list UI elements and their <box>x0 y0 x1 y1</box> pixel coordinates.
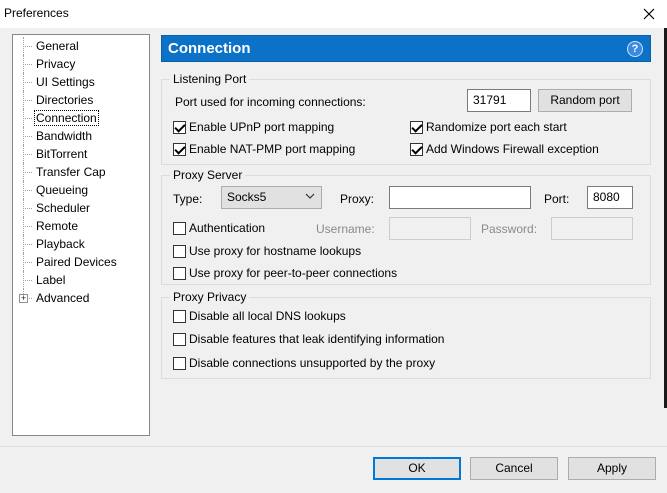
tree-item-bittorrent[interactable]: BitTorrent <box>13 145 149 163</box>
type-label: Type: <box>173 192 203 206</box>
port-label: Port used for incoming connections: <box>175 95 366 109</box>
p2p-proxy-checkbox[interactable]: Use proxy for peer-to-peer connections <box>173 266 397 280</box>
checkbox-label: Disable connections unsupported by the p… <box>189 356 436 370</box>
randomize-port-checkbox[interactable]: Randomize port each start <box>410 120 567 134</box>
checkbox-box[interactable] <box>173 221 186 235</box>
checkbox-box[interactable] <box>410 142 423 156</box>
checkbox-box[interactable] <box>173 244 186 258</box>
checkbox-box[interactable] <box>173 266 186 280</box>
close-button[interactable] <box>630 0 667 28</box>
disable-leak-checkbox[interactable]: Disable features that leak identifying i… <box>173 332 444 346</box>
tree-item-label: Queueing <box>36 183 89 197</box>
tree-item-bandwidth[interactable]: Bandwidth <box>13 127 149 145</box>
category-tree[interactable]: General Privacy UI Settings Directories … <box>12 34 150 436</box>
port-input[interactable]: 31791 <box>467 89 531 112</box>
checkbox-box[interactable] <box>173 356 186 370</box>
tree-item-transfer-cap[interactable]: Transfer Cap <box>13 163 149 181</box>
tree-item-queueing[interactable]: Queueing <box>13 181 149 199</box>
title-bar: Preferences <box>0 0 667 28</box>
section-header: Connection ? <box>161 35 651 62</box>
help-icon[interactable]: ? <box>627 41 643 57</box>
close-icon <box>643 8 654 20</box>
tree-item-privacy[interactable]: Privacy <box>13 55 149 73</box>
group-legend: Listening Port <box>170 72 250 86</box>
tree-item-general[interactable]: General <box>13 37 149 55</box>
proxy-label: Proxy: <box>340 192 375 206</box>
proxy-port-label: Port: <box>544 192 570 206</box>
tree-item-label: Advanced <box>36 291 90 305</box>
authentication-checkbox[interactable]: Authentication <box>173 221 265 235</box>
tree-item-label: BitTorrent <box>36 147 88 161</box>
tree-item-playback[interactable]: Playback <box>13 235 149 253</box>
username-label: Username: <box>316 222 375 236</box>
tree-item-label: Scheduler <box>36 201 91 215</box>
tree-item-paired-devices[interactable]: Paired Devices <box>13 253 149 271</box>
hostname-lookup-checkbox[interactable]: Use proxy for hostname lookups <box>173 244 361 258</box>
tree-item-label: Connection <box>34 110 99 126</box>
proxy-type-select[interactable]: Socks5 <box>221 186 322 209</box>
proxy-type-value: Socks5 <box>227 190 267 204</box>
checkbox-label: Randomize port each start <box>426 120 567 134</box>
checkbox-box[interactable] <box>173 142 186 156</box>
username-input <box>389 217 471 240</box>
password-input <box>551 217 633 240</box>
checkbox-label: Add Windows Firewall exception <box>426 142 599 156</box>
tree-item-label-category[interactable]: Label <box>13 271 149 289</box>
checkbox-label: Authentication <box>189 221 266 235</box>
tree-item-label: Transfer Cap <box>36 165 106 179</box>
checkbox-box[interactable] <box>173 332 186 346</box>
tree-item-label: Remote <box>36 219 79 233</box>
proxy-input[interactable] <box>389 186 531 209</box>
tree-item-ui-settings[interactable]: UI Settings <box>13 73 149 91</box>
natpmp-checkbox[interactable]: Enable NAT-PMP port mapping <box>173 142 355 156</box>
checkbox-label: Disable features that leak identifying i… <box>189 332 445 346</box>
checkbox-label: Disable all local DNS lookups <box>189 309 346 323</box>
group-legend: Proxy Privacy <box>170 290 250 304</box>
checkbox-label: Use proxy for hostname lookups <box>189 244 362 258</box>
checkbox-box[interactable] <box>173 309 186 323</box>
cancel-button[interactable]: Cancel <box>470 457 558 480</box>
group-legend: Proxy Server <box>170 168 246 182</box>
tree-item-label: Privacy <box>36 57 76 71</box>
tree-item-label: Directories <box>36 93 94 107</box>
tree-item-label: Playback <box>36 237 85 251</box>
tree-item-connection[interactable]: Connection <box>13 109 149 127</box>
apply-button[interactable]: Apply <box>568 457 656 480</box>
upnp-checkbox[interactable]: Enable UPnP port mapping <box>173 120 334 134</box>
proxy-port-input[interactable]: 8080 <box>587 186 633 209</box>
window-title: Preferences <box>4 6 69 20</box>
section-title: Connection <box>168 40 251 57</box>
tree-item-label: Paired Devices <box>36 255 117 269</box>
tree-item-directories[interactable]: Directories <box>13 91 149 109</box>
password-label: Password: <box>481 222 538 236</box>
random-port-button[interactable]: Random port <box>538 89 632 112</box>
tree-item-scheduler[interactable]: Scheduler <box>13 199 149 217</box>
expand-icon[interactable]: + <box>19 294 28 303</box>
tree-item-label: UI Settings <box>36 75 95 89</box>
tree-item-remote[interactable]: Remote <box>13 217 149 235</box>
tree-item-label: General <box>36 39 79 53</box>
checkbox-label: Enable NAT-PMP port mapping <box>189 142 356 156</box>
footer-divider <box>0 446 667 447</box>
checkbox-box[interactable] <box>173 120 186 134</box>
checkbox-label: Use proxy for peer-to-peer connections <box>189 266 398 280</box>
chevron-down-icon <box>305 193 315 199</box>
disable-dns-checkbox[interactable]: Disable all local DNS lookups <box>173 309 346 323</box>
disable-unsupported-checkbox[interactable]: Disable connections unsupported by the p… <box>173 356 435 370</box>
tree-item-label: Bandwidth <box>36 129 93 143</box>
ok-button[interactable]: OK <box>373 457 461 480</box>
checkbox-box[interactable] <box>410 120 423 134</box>
tree-item-advanced[interactable]: + Advanced <box>13 289 149 307</box>
tree-item-label: Label <box>36 273 66 287</box>
firewall-checkbox[interactable]: Add Windows Firewall exception <box>410 142 599 156</box>
checkbox-label: Enable UPnP port mapping <box>189 120 335 134</box>
